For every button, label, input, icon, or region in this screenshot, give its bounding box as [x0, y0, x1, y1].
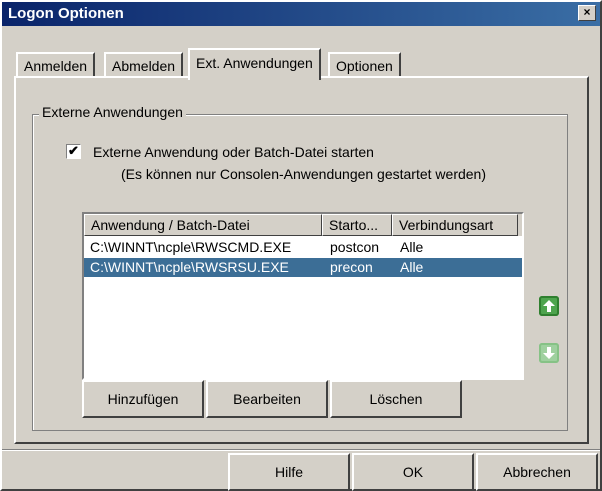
group-label: Externe Anwendungen: [39, 104, 186, 120]
list-row-selected[interactable]: C:\WINNT\ncple\RWSRSU.EXE precon Alle: [84, 258, 522, 277]
title-bar[interactable]: Logon Optionen ×: [2, 2, 600, 26]
tab-anmelden[interactable]: Anmelden: [16, 52, 96, 78]
list-row[interactable]: C:\WINNT\ncple\RWSCMD.EXE postcon Alle: [84, 238, 522, 257]
bottom-separator: [2, 449, 600, 451]
move-down-button[interactable]: [539, 343, 559, 363]
arrow-up-icon: [543, 300, 555, 312]
checkbox-label[interactable]: Externe Anwendung oder Batch-Datei start…: [93, 144, 374, 160]
arrow-down-icon: [543, 347, 555, 359]
help-button[interactable]: Hilfe: [228, 453, 350, 491]
cell-application: C:\WINNT\ncple\RWSRSU.EXE: [90, 259, 289, 275]
window-title: Logon Optionen: [8, 5, 124, 22]
column-header-application[interactable]: Anwendung / Batch-Datei: [84, 214, 322, 236]
applications-list[interactable]: Anwendung / Batch-Datei Starto... Verbin…: [82, 212, 524, 380]
dialog-window: Logon Optionen × Anmelden Abmelden Ext. …: [0, 0, 602, 491]
cancel-button[interactable]: Abbrechen: [476, 453, 598, 491]
cell-start: precon: [330, 259, 373, 275]
checkbox-hint: (Es können nur Consolen-Anwendungen gest…: [121, 166, 487, 182]
column-header-start[interactable]: Starto...: [322, 214, 392, 236]
check-mark-icon: ✔: [68, 143, 79, 158]
close-button[interactable]: ×: [578, 5, 596, 21]
tab-optionen[interactable]: Optionen: [328, 52, 401, 78]
cell-connection-type: Alle: [400, 259, 424, 275]
add-button[interactable]: Hinzufügen: [82, 380, 204, 418]
tab-abmelden[interactable]: Abmelden: [104, 52, 184, 78]
ok-button[interactable]: OK: [352, 453, 474, 491]
start-external-checkbox[interactable]: ✔: [66, 144, 81, 159]
edit-button[interactable]: Bearbeiten: [206, 380, 328, 418]
column-header-connection-type[interactable]: Verbindungsart: [392, 214, 518, 236]
move-up-button[interactable]: [539, 296, 559, 316]
cell-start: postcon: [330, 239, 380, 255]
cell-application: C:\WINNT\ncple\RWSCMD.EXE: [90, 239, 292, 255]
tab-ext-anwendungen[interactable]: Ext. Anwendungen: [188, 48, 321, 80]
cell-connection-type: Alle: [400, 239, 424, 255]
delete-button[interactable]: Löschen: [330, 380, 462, 418]
list-header: Anwendung / Batch-Datei Starto... Verbin…: [84, 214, 522, 236]
group-divider: [214, 114, 562, 116]
